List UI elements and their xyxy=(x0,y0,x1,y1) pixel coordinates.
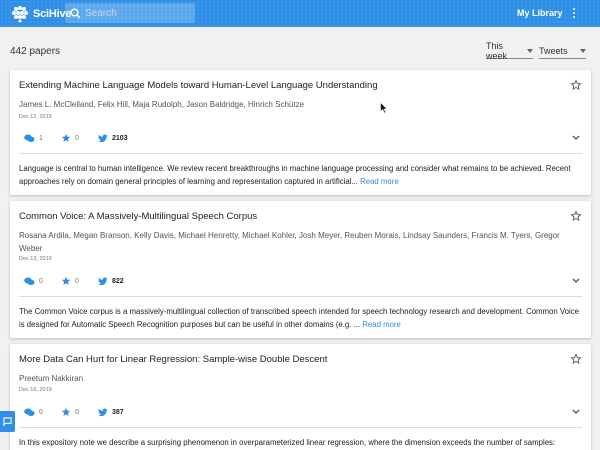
likes-count: 0 xyxy=(75,134,79,142)
search-icon xyxy=(65,3,85,23)
logo[interactable]: SciHive xyxy=(10,3,72,24)
paper-title[interactable]: Common Voice: A Massively-Multilingual S… xyxy=(19,211,257,222)
feedback-icon xyxy=(3,417,12,426)
comments-stat[interactable]: 0 xyxy=(24,277,61,286)
paper-authors: Rosana Ardila, Megan Branson, Kelly Davi… xyxy=(19,231,560,253)
paper-date: Dec 13, 2019 xyxy=(19,256,52,262)
sort-select[interactable]: Tweets xyxy=(539,44,586,59)
paper-card: Common Voice: A Massively-Multilingual S… xyxy=(10,201,591,338)
abstract-text: In this expository note we describe a su… xyxy=(19,438,556,447)
paper-date: Dec 12, 2019 xyxy=(19,114,52,120)
paper-abstract: Language is central to human intelligenc… xyxy=(19,162,584,188)
paper-card: Extending Machine Language Models toward… xyxy=(10,70,591,195)
paper-card: More Data Can Hurt for Linear Regression… xyxy=(10,344,591,450)
abstract-text: Language is central to human intelligenc… xyxy=(19,164,571,186)
comments-count: 1 xyxy=(39,134,43,142)
paper-date: Dec 16, 2019 xyxy=(19,387,52,393)
tweets-count: 387 xyxy=(112,408,124,416)
paper-abstract: The Common Voice corpus is a massively-m… xyxy=(19,305,584,331)
star-outline-icon[interactable] xyxy=(570,210,582,222)
top-app-bar: SciHive My Library xyxy=(0,0,600,27)
star-outline-icon[interactable] xyxy=(570,353,582,365)
paper-title[interactable]: Extending Machine Language Models toward… xyxy=(19,80,378,91)
paper-stats: 1 0 2103 xyxy=(24,132,135,144)
period-select-value: This week xyxy=(486,41,508,61)
likes-stat[interactable]: 0 xyxy=(61,276,98,286)
star-filled-icon xyxy=(61,407,71,416)
paper-title[interactable]: More Data Can Hurt for Linear Regression… xyxy=(19,354,327,365)
tweets-stat[interactable]: 822 xyxy=(98,277,135,286)
read-more-link[interactable]: Read more xyxy=(360,177,399,186)
twitter-icon xyxy=(98,408,108,416)
my-library-link[interactable]: My Library xyxy=(517,8,563,18)
more-vert-icon[interactable] xyxy=(569,5,579,21)
likes-count: 0 xyxy=(75,408,79,416)
comments-count: 0 xyxy=(39,408,43,416)
tweets-count: 2103 xyxy=(112,134,128,142)
likes-stat[interactable]: 0 xyxy=(61,407,98,417)
feedback-button[interactable] xyxy=(0,411,15,432)
expand-more-icon[interactable] xyxy=(571,134,581,142)
scihive-logo-icon xyxy=(12,5,28,22)
expand-more-icon[interactable] xyxy=(571,408,581,416)
divider xyxy=(19,153,582,154)
divider xyxy=(19,427,582,428)
divider xyxy=(19,296,582,297)
paper-stats: 0 0 387 xyxy=(24,406,135,418)
tweets-stat[interactable]: 2103 xyxy=(98,134,135,143)
twitter-icon xyxy=(98,134,108,142)
comments-count: 0 xyxy=(39,277,43,285)
search-box[interactable] xyxy=(65,3,195,23)
twitter-icon xyxy=(98,277,108,285)
paper-count: 442 papers xyxy=(10,46,61,57)
paper-authors: James L. McClelland, Felix Hill, Maja Ru… xyxy=(19,100,305,109)
paper-stats: 0 0 822 xyxy=(24,275,135,287)
abstract-text: The Common Voice corpus is a massively-m… xyxy=(19,307,579,329)
likes-count: 0 xyxy=(75,277,79,285)
mouse-cursor-icon xyxy=(380,102,388,114)
chevron-down-icon xyxy=(527,49,533,53)
likes-stat[interactable]: 0 xyxy=(61,133,98,143)
paper-authors: Preetum Nakkiran xyxy=(19,374,84,383)
expand-more-icon[interactable] xyxy=(571,277,581,285)
comments-icon xyxy=(24,134,35,142)
sort-select-value: Tweets xyxy=(539,46,568,56)
search-input[interactable] xyxy=(85,7,185,19)
comments-icon xyxy=(24,408,35,416)
read-more-link[interactable]: Read more xyxy=(362,320,401,329)
star-filled-icon xyxy=(61,133,71,142)
comments-stat[interactable]: 0 xyxy=(24,408,61,417)
star-filled-icon xyxy=(61,276,71,285)
paper-abstract: In this expository note we describe a su… xyxy=(19,436,584,449)
comments-stat[interactable]: 1 xyxy=(24,134,61,143)
tweets-stat[interactable]: 387 xyxy=(98,408,135,417)
comments-icon xyxy=(24,277,35,285)
star-outline-icon[interactable] xyxy=(570,79,582,91)
tweets-count: 822 xyxy=(112,277,124,285)
period-select[interactable]: This week xyxy=(486,41,533,61)
chevron-down-icon xyxy=(580,49,586,53)
